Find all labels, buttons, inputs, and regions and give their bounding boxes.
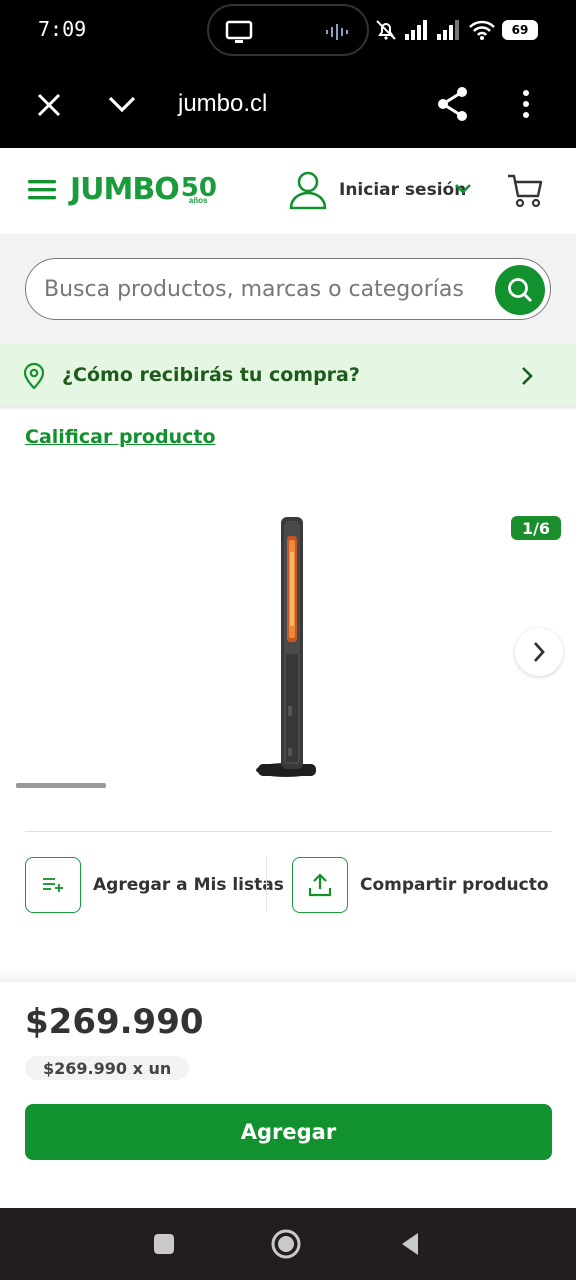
- product-price: $269.990: [25, 1002, 204, 1042]
- logo-50-subtext: años: [188, 195, 208, 205]
- square-icon: [154, 1234, 174, 1254]
- price-sheet: $269.990 $269.990 x un Agregar: [0, 982, 576, 1208]
- upload-icon-box: [292, 857, 348, 913]
- rate-product-link[interactable]: Calificar producto: [25, 426, 216, 448]
- close-icon[interactable]: [34, 90, 64, 120]
- status-icons: 69: [374, 18, 538, 42]
- back-button[interactable]: [392, 1208, 428, 1280]
- audio-wave-icon: [326, 24, 348, 40]
- home-circle-icon: [271, 1229, 301, 1259]
- logo-wordmark: JUMBO: [70, 172, 180, 207]
- menu-icon[interactable]: [28, 178, 58, 202]
- add-to-list-action[interactable]: Agregar a Mis listas: [25, 857, 284, 913]
- carousel-indicator: [16, 783, 106, 788]
- chevron-right-icon: [533, 642, 545, 662]
- site-header: JUMBO 50 años Iniciar sesión: [0, 148, 576, 234]
- chevron-right-icon: [522, 367, 533, 385]
- image-counter-badge: 1/6: [511, 516, 561, 540]
- search-area: [0, 234, 576, 344]
- upload-icon: [308, 873, 332, 897]
- search-button[interactable]: [495, 265, 545, 315]
- logo-50-badge: 50 años: [181, 175, 217, 205]
- add-to-list-label: Agregar a Mis listas: [93, 875, 284, 895]
- delivery-banner[interactable]: ¿Cómo recibirás tu compra?: [0, 344, 576, 406]
- dynamic-island-pill: [207, 4, 369, 56]
- add-to-cart-button[interactable]: Agregar: [25, 1104, 552, 1160]
- chevron-down-icon[interactable]: [106, 92, 138, 116]
- jumbo-logo[interactable]: JUMBO 50 años: [70, 172, 217, 207]
- header-shadow: [0, 406, 576, 410]
- search-icon: [508, 278, 533, 303]
- mute-bell-icon: [376, 20, 396, 40]
- signal-icon-2: [437, 20, 459, 40]
- add-list-icon: [43, 878, 63, 892]
- share-icon[interactable]: [436, 86, 470, 122]
- action-separator: [266, 857, 267, 911]
- search-input[interactable]: [44, 273, 484, 305]
- add-list-icon-box: [25, 857, 81, 913]
- wifi-icon: [469, 20, 495, 40]
- share-product-action[interactable]: Compartir producto: [292, 857, 549, 913]
- home-button[interactable]: [268, 1208, 304, 1280]
- location-pin-icon: [23, 362, 45, 390]
- product-image[interactable]: [250, 512, 324, 782]
- back-triangle-icon: [402, 1233, 418, 1255]
- next-image-button[interactable]: [515, 628, 563, 676]
- battery-indicator: 69: [502, 20, 538, 40]
- status-time: 7:09: [38, 17, 87, 41]
- chevron-down-icon[interactable]: [454, 182, 472, 196]
- more-vert-icon[interactable]: [518, 88, 534, 120]
- search-box: [25, 258, 551, 320]
- user-icon[interactable]: [288, 170, 328, 210]
- unit-price-badge: $269.990 x un: [25, 1056, 190, 1080]
- divider: [25, 831, 552, 832]
- cart-icon[interactable]: [506, 172, 544, 210]
- screen-cast-icon: [225, 20, 253, 43]
- delivery-label: ¿Cómo recibirás tu compra?: [62, 364, 360, 386]
- system-nav-bar: [0, 1208, 576, 1280]
- login-button[interactable]: Iniciar sesión: [339, 180, 466, 200]
- recent-apps-button[interactable]: [146, 1208, 182, 1280]
- signal-icon: [405, 20, 427, 40]
- browser-toolbar: jumbo.cl: [0, 62, 576, 148]
- share-product-label: Compartir producto: [360, 875, 549, 895]
- url-text[interactable]: jumbo.cl: [178, 90, 267, 118]
- status-bar: 7:09 69: [0, 0, 576, 62]
